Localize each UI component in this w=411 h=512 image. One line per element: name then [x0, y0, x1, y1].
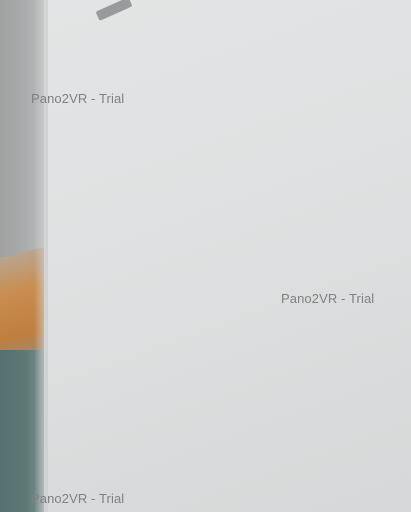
trial-watermark: Pano2VR - Trial	[31, 91, 125, 106]
trial-watermark: Pano2VR - Trial	[281, 291, 375, 306]
wall-surface	[44, 0, 411, 512]
trial-watermark: Pano2VR - Trial	[31, 491, 125, 506]
wall-corner-edge	[34, 0, 48, 512]
panorama-viewer[interactable]: Pano2VR - Trial Pano2VR - Trial Pano2VR …	[0, 0, 411, 512]
